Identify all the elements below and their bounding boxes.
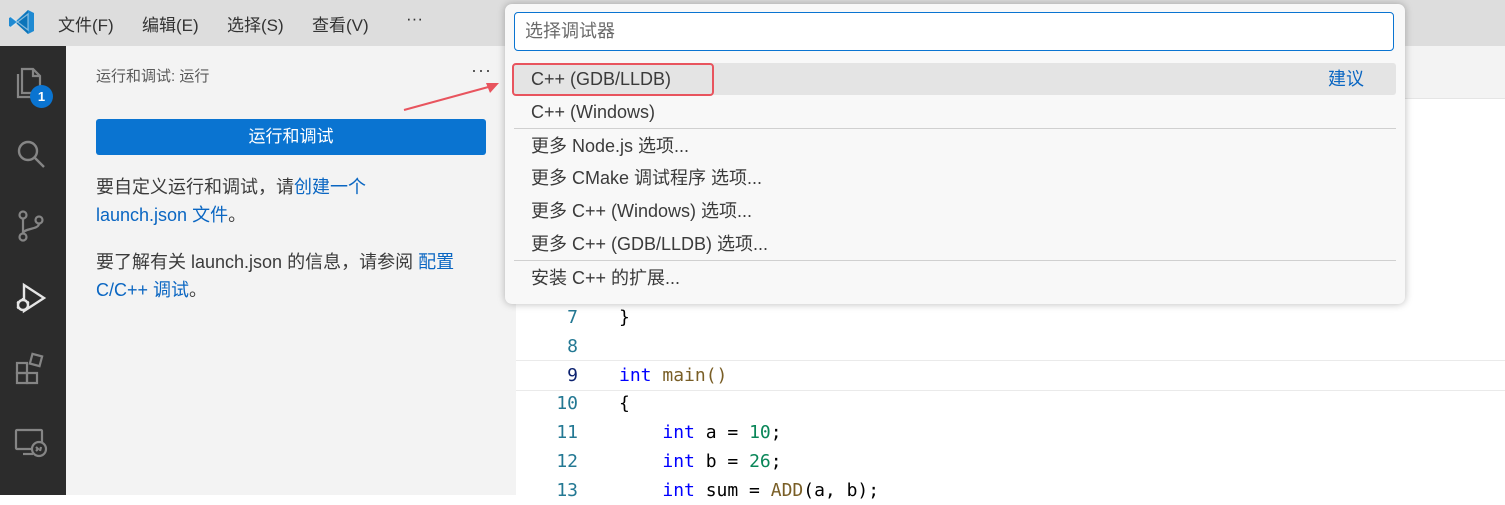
- code-text: int sum = ADD(a, b);: [619, 476, 879, 505]
- code-text: }: [619, 307, 630, 328]
- quickpick-item-label: 更多 Node.js 选项...: [531, 136, 690, 156]
- create-launch-paragraph: 要自定义运行和调试，请创建一个 launch.json 文件。: [96, 173, 496, 229]
- sidebar-title: 运行和调试: 运行: [96, 68, 210, 85]
- code-text: {: [619, 393, 630, 414]
- quickpick-item-more-cpp-windows[interactable]: 更多 C++ (Windows) 选项...: [514, 195, 1396, 227]
- code-line: 8: [516, 332, 1505, 361]
- activity-bar: 1: [0, 46, 66, 495]
- select-debugger-quickpick: C++ (GDB/LLDB) 建议 C++ (Windows) 更多 Node.…: [505, 4, 1405, 304]
- code-text: (a, b);: [803, 480, 880, 501]
- code-text: int b = 26;: [619, 447, 782, 476]
- configure-link[interactable]: 配置: [418, 252, 454, 272]
- quickpick-separator: [514, 260, 1396, 261]
- menu-view[interactable]: 查看(V): [312, 11, 369, 36]
- keyword: int: [662, 422, 695, 443]
- quickpick-item-more-cpp-gdb[interactable]: 更多 C++ (GDB/LLDB) 选项...: [514, 228, 1396, 260]
- quickpick-item-label: 更多 C++ (GDB/LLDB) 选项...: [531, 234, 769, 254]
- code-text: int main(): [619, 361, 727, 390]
- code-text: ;: [770, 422, 782, 443]
- remote-explorer-icon[interactable]: [11, 422, 51, 462]
- line-number: 7: [567, 307, 578, 328]
- code-text: int a = 10;: [619, 418, 782, 447]
- number-literal: 10: [749, 422, 771, 443]
- number-literal: 26: [749, 451, 771, 472]
- menu-file[interactable]: 文件(F): [58, 11, 114, 36]
- quickpick-item-label: 更多 C++ (Windows) 选项...: [531, 201, 753, 221]
- para1-suffix: 。: [228, 205, 247, 225]
- annotation-highlight-box: [512, 63, 714, 96]
- function-signature: main(): [651, 365, 728, 386]
- line-number: 13: [556, 480, 578, 501]
- launch-json-link[interactable]: launch.json 文件: [96, 205, 228, 225]
- keyword: int: [662, 451, 695, 472]
- run-debug-icon[interactable]: [11, 278, 51, 318]
- code-text: b =: [694, 451, 750, 472]
- run-and-debug-button[interactable]: 运行和调试: [96, 119, 486, 155]
- quickpick-item-label: C++ (Windows): [531, 102, 656, 122]
- cpp-debug-link[interactable]: C/C++ 调试: [96, 280, 189, 300]
- quickpick-item-label: 安装 C++ 的扩展...: [531, 268, 681, 288]
- menu-edit[interactable]: 编辑(E): [142, 11, 199, 36]
- para2-text: 要了解有关 launch.json 的信息，请参阅: [96, 252, 419, 272]
- configure-debug-paragraph: 要了解有关 launch.json 的信息，请参阅 配置 C/C++ 调试。: [96, 248, 496, 304]
- code-line: 11 int a = 10;: [516, 418, 1505, 447]
- para2-suffix: 。: [189, 280, 208, 300]
- macro-call: ADD: [770, 480, 804, 501]
- code-text: a =: [694, 422, 750, 443]
- recommended-label: 建议: [1328, 69, 1364, 89]
- source-control-icon[interactable]: [11, 206, 51, 246]
- menu-more-button[interactable]: ···: [406, 9, 423, 29]
- code-line: 7 }: [516, 303, 1505, 332]
- code-text: ;: [770, 451, 782, 472]
- line-number: 12: [556, 451, 578, 472]
- sidebar-more-button[interactable]: ···: [471, 60, 492, 81]
- create-launch-link[interactable]: 创建一个: [294, 177, 366, 197]
- code-line-current: 9 int main(): [516, 360, 1505, 391]
- debugger-search-input[interactable]: [514, 12, 1394, 51]
- code-line: 13 int sum = ADD(a, b);: [516, 476, 1505, 505]
- vscode-logo-icon: [8, 8, 36, 36]
- line-number: 9: [567, 365, 578, 386]
- code-line: 12 int b = 26;: [516, 447, 1505, 476]
- code-line: 10 {: [516, 389, 1505, 418]
- quickpick-item-cpp-windows[interactable]: C++ (Windows): [514, 96, 1396, 128]
- keyword: int: [662, 480, 695, 501]
- code-text: sum =: [694, 480, 771, 501]
- quickpick-item-more-cmake[interactable]: 更多 CMake 调试程序 选项...: [514, 162, 1396, 194]
- quickpick-item-label: 更多 CMake 调试程序 选项...: [531, 168, 763, 188]
- extensions-icon[interactable]: [11, 350, 51, 390]
- quickpick-item-install-extensions[interactable]: 安装 C++ 的扩展...: [514, 262, 1396, 294]
- quickpick-separator: [514, 128, 1396, 129]
- line-number: 10: [556, 393, 578, 414]
- explorer-badge: 1: [30, 85, 53, 108]
- line-number: 11: [556, 422, 578, 443]
- menu-select[interactable]: 选择(S): [227, 11, 284, 36]
- search-icon[interactable]: [11, 134, 51, 174]
- annotation-arrow-icon: [403, 83, 499, 111]
- keyword: int: [619, 365, 652, 386]
- line-number: 8: [567, 336, 578, 357]
- quickpick-item-more-nodejs[interactable]: 更多 Node.js 选项...: [514, 130, 1396, 162]
- para1-text: 要自定义运行和调试，请: [96, 177, 294, 197]
